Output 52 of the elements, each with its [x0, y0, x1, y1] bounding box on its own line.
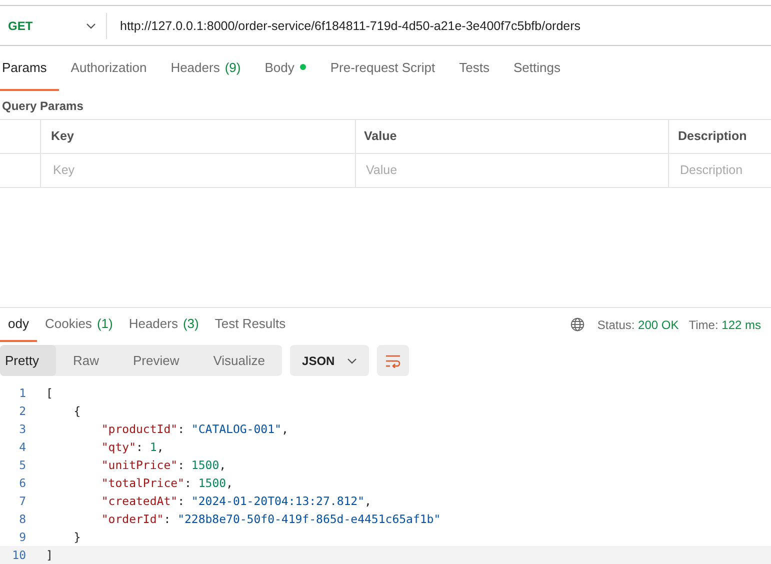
request-tab[interactable]: Tests: [447, 46, 502, 91]
param-field[interactable]: Value: [364, 162, 657, 178]
code-line: "orderId": "228b8e70-50f0-419f-865d-e4451c65af1b": [100, 512, 441, 526]
code-line: "productId": "CATALOG-001",: [100, 422, 288, 436]
request-tab[interactable]: Params: [0, 46, 59, 91]
wrap-button[interactable]: [376, 345, 409, 376]
view-mode-tab[interactable]: Preview: [116, 345, 196, 376]
line-number: 2: [18, 404, 26, 418]
chevron-down-icon: [346, 358, 357, 364]
code-line: "qty": 1,: [100, 440, 164, 454]
section-title: Query Params: [1, 98, 84, 115]
line-number: 10: [11, 548, 26, 562]
code-line: "unitPrice": 1500,: [100, 458, 226, 472]
line-number: 3: [18, 422, 26, 436]
column-header: Value: [364, 129, 397, 144]
request-tab[interactable]: Pre-request Script: [318, 46, 448, 91]
format-dropdown[interactable]: JSON: [290, 345, 369, 376]
param-field[interactable]: Key: [51, 162, 344, 178]
request-tab[interactable]: Headers (9): [158, 46, 253, 91]
response-tab[interactable]: Headers (3): [120, 308, 207, 342]
globe-icon: [570, 317, 586, 332]
method-dropdown[interactable]: GET: [0, 12, 107, 39]
view-mode-tab[interactable]: Raw: [56, 345, 116, 376]
view-mode-tab[interactable]: Visualize: [196, 345, 282, 376]
column-header: Description: [678, 129, 747, 144]
url-field[interactable]: http://127.0.0.1:8000/order-service/6f184811-719d-4d50-a21e-3e400f7c5bfb/orders: [107, 18, 771, 34]
code-line: "createdAt": "2024-01-20T04:13:27.812",: [100, 494, 372, 508]
column-header: Key: [51, 129, 74, 144]
line-number: 6: [18, 476, 26, 490]
line-number: 9: [18, 530, 26, 544]
code-line: "totalPrice": 1500,: [100, 476, 233, 490]
response-tab[interactable]: Cookies (1): [36, 308, 121, 342]
code-line: }: [72, 530, 81, 544]
code-line: [: [45, 386, 53, 400]
status-label: Status: 200 OK: [597, 318, 679, 332]
line-number: 1: [18, 386, 26, 400]
line-number: 7: [18, 494, 26, 508]
line-number: 8: [18, 512, 26, 526]
chevron-down-icon: [86, 22, 96, 29]
request-tab[interactable]: Settings: [501, 46, 572, 91]
view-mode-tab[interactable]: Pretty: [0, 345, 56, 376]
wrap-lines-icon: [384, 354, 401, 368]
request-tab[interactable]: Body: [252, 46, 318, 91]
line-number: 5: [18, 458, 26, 472]
line-number: 4: [18, 440, 26, 454]
param-field[interactable]: Description: [678, 162, 770, 178]
request-tab[interactable]: Authorization: [58, 46, 159, 91]
code-line: ]: [45, 548, 53, 562]
code-line: {: [72, 404, 81, 418]
response-tab[interactable]: ody: [0, 308, 37, 342]
time-label: Time: 122 ms: [688, 318, 761, 332]
response-tab[interactable]: Test Results: [206, 308, 294, 342]
